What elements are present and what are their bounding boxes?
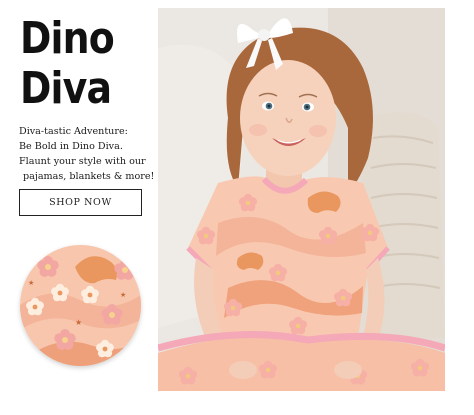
description-line-4: pajamas, blankets & more! [23,171,155,182]
promo-title-line-1: Dino [20,13,115,64]
toddler-in-dress-illustration [158,8,445,391]
promo-description: Diva-tastic Adventure: Be Bold in Dino D… [19,124,159,184]
description-line-1: Diva-tastic Adventure: [19,126,128,137]
model-photo [158,8,445,391]
promo-panel: Dino Diva Diva-tastic Adventure: Be Bold… [0,0,158,415]
promo-title: Dino Diva [20,14,132,114]
description-line-3: Flaunt your style with our [19,156,146,167]
description-line-2: Be Bold in Dino Diva. [19,141,123,152]
svg-text:★: ★ [28,279,34,287]
shop-now-button[interactable]: SHOP NOW [19,189,142,216]
fabric-swatch-image: ★ ★ ★ [20,245,141,366]
fabric-swatch-pattern: ★ ★ ★ [20,245,141,366]
svg-text:★: ★ [75,318,82,327]
promo-title-line-2: Diva [20,63,112,114]
svg-text:★: ★ [120,291,126,299]
